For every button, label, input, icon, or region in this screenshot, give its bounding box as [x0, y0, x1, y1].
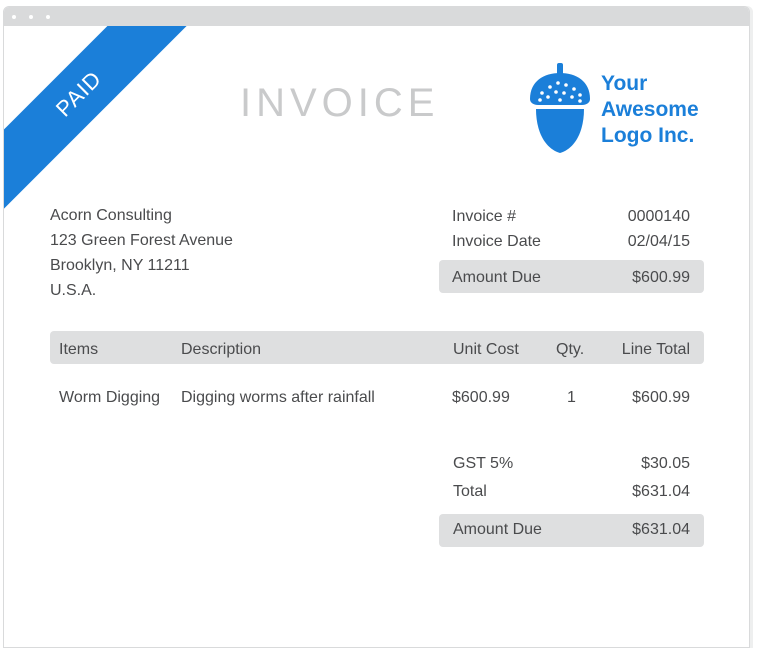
client-city: Brooklyn, NY 11211	[50, 257, 190, 274]
gst-label: GST 5%	[453, 455, 514, 472]
row-unit-cost: $600.99	[452, 389, 510, 406]
final-amount-due-label: Amount Due	[453, 521, 542, 538]
invoice-title: INVOICE	[240, 81, 440, 125]
logo-line: Awesome	[601, 98, 699, 121]
header-line-total: Line Total	[621, 341, 690, 358]
invoice-number-label: Invoice #	[452, 208, 517, 225]
row-description: Digging worms after rainfall	[181, 389, 375, 406]
total-label: Total	[453, 483, 487, 500]
header-description: Description	[181, 341, 262, 358]
document-window: PAID INVOICE Your Awesome Logo Inc. Acor…	[3, 6, 750, 648]
total-value: $631.04	[632, 483, 690, 500]
client-street: 123 Green Forest Avenue	[50, 232, 233, 249]
row-qty: 1	[567, 389, 576, 406]
logo-line: Logo Inc.	[601, 124, 695, 147]
paid-ribbon-container: PAID	[4, 26, 204, 226]
window-dot-icon	[46, 15, 50, 19]
logo-text: Your Awesome Logo Inc.	[601, 71, 699, 149]
paid-ribbon: PAID	[4, 26, 204, 220]
final-amount-due-value: $631.04	[632, 521, 690, 538]
header-items: Items	[59, 341, 99, 358]
row-item: Worm Digging	[59, 389, 161, 406]
invoice-date-label: Invoice Date	[452, 233, 541, 250]
client-name: Acorn Consulting	[50, 207, 172, 224]
gst-value: $30.05	[641, 455, 690, 472]
invoice-number: 0000140	[627, 208, 690, 225]
client-country: U.S.A.	[50, 282, 97, 299]
invoice-date: 02/04/15	[627, 233, 690, 250]
row-line-total: $600.99	[632, 389, 690, 406]
logo-line: Your	[601, 72, 648, 95]
amount-due-label: Amount Due	[452, 269, 541, 286]
window-titlebar	[4, 7, 749, 26]
window-dot-icon	[29, 15, 33, 19]
amount-due-value: $600.99	[632, 269, 690, 286]
header-unit-cost: Unit Cost	[453, 341, 519, 358]
header-qty: Qty.	[556, 341, 585, 358]
company-logo: Your Awesome Logo Inc.	[528, 63, 718, 163]
window-dot-icon	[12, 15, 16, 19]
acorn-icon	[530, 63, 590, 153]
